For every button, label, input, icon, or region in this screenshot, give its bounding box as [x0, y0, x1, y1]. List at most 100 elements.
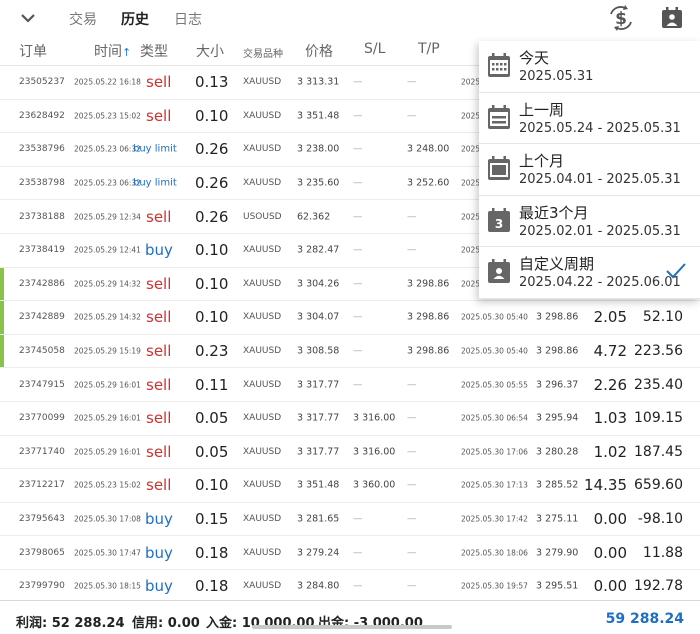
table-row[interactable]: 23795643 2025.05.30 17:08 buy 0.15 XAUUSD 3 2… [0, 502, 700, 537]
calendar-period-icon[interactable] [659, 5, 685, 31]
table-row[interactable]: 23798065 2025.05.30 17:47 buy 0.18 XAUUSD 3 2… [0, 536, 700, 570]
header-volume[interactable]: 大小 [196, 41, 224, 61]
header-sl[interactable]: S/L [364, 41, 385, 57]
period-option[interactable]: 3 最近3个月 2025.02.01 - 2025.05.31 [479, 196, 700, 248]
period-option[interactable]: 上个月 2025.04.01 - 2025.05.31 [479, 144, 700, 196]
stop-loss: — [353, 278, 363, 290]
chevron-down-icon[interactable] [18, 8, 38, 28]
row-marker [0, 267, 4, 301]
checkmark-icon [666, 263, 686, 279]
table-row[interactable]: 23799790 2025.05.30 18:15 buy 0.18 XAUUSD 3 2… [0, 570, 700, 604]
close-time: 2025.05.30 19:57 [461, 581, 528, 591]
close-time: 2025.05.30 05:55 [461, 380, 528, 390]
close-price: 3 295.94 [536, 412, 579, 424]
volume: 0.26 [195, 207, 229, 226]
symbol: XAUUSD [243, 278, 282, 289]
stop-loss: — [353, 211, 363, 223]
order-id: 23747915 [19, 379, 65, 390]
stop-loss: — [353, 379, 363, 391]
period-range: 2025.02.01 - 2025.05.31 [519, 223, 681, 239]
open-price: 3 282.47 [297, 244, 340, 256]
stop-loss: — [353, 76, 363, 88]
order-id: 23738419 [19, 245, 65, 256]
stop-loss: — [353, 580, 363, 592]
swap: 14.35 [584, 476, 627, 495]
table-row[interactable]: 23742889 2025.05.29 14:32 sell 0.10 XAUUSD 3 … [0, 301, 700, 335]
open-time: 2025.05.29 12:34 [74, 212, 141, 222]
header-price[interactable]: 价格 [305, 41, 333, 61]
header-order[interactable]: 订单 [19, 41, 47, 61]
open-price: 3 351.48 [297, 479, 340, 491]
credit-value: 0.00 [167, 616, 200, 631]
header-type[interactable]: 类型 [140, 41, 168, 61]
svg-text:$: $ [615, 9, 627, 29]
close-time: 2025 [461, 245, 481, 255]
table-row[interactable]: 23745058 2025.05.29 15:19 sell 0.23 XAUUSD 3 … [0, 334, 700, 369]
volume: 0.10 [195, 308, 229, 327]
swap: 0.00 [593, 543, 627, 562]
calendar-3-icon: 3 [488, 207, 510, 232]
symbol: XAUUSD [243, 346, 282, 357]
calendar-month-icon [488, 156, 510, 181]
row-marker [0, 334, 4, 368]
order-id: 23770099 [19, 413, 65, 424]
table-row[interactable]: 23747915 2025.05.29 16:01 sell 0.11 XAUUSD 3 … [0, 368, 700, 402]
profit: 187.45 [634, 443, 683, 460]
period-dropdown: 今天 2025.05.31 上一周 2025.05.24 - 2025.05.31 … [479, 41, 700, 299]
order-id: 23742886 [19, 278, 65, 289]
take-profit: 3 298.86 [407, 278, 450, 290]
open-time: 2025.05.29 12:41 [74, 245, 141, 255]
volume: 0.10 [195, 476, 229, 495]
order-id: 23538796 [19, 144, 65, 155]
home-indicator[interactable] [252, 625, 452, 629]
balance-total: 59 288.24 [605, 611, 684, 627]
tab-trade[interactable]: 交易 [69, 9, 97, 29]
order-type: sell [146, 106, 172, 125]
header-symbol[interactable]: 交易品种 [243, 45, 283, 60]
period-title: 最近3个月 [519, 203, 589, 222]
volume: 0.26 [195, 174, 229, 193]
open-price: 3 281.65 [297, 513, 340, 525]
open-time: 2025.05.22 16:18 [74, 77, 141, 87]
period-range: 2025.04.22 - 2025.06.01 [519, 275, 681, 291]
table-row[interactable]: 23770099 2025.05.29 16:01 sell 0.05 XAUUSD 3 … [0, 402, 700, 436]
header-time[interactable]: 时间↑ [94, 41, 131, 61]
profit-value: 52 288.24 [51, 616, 125, 631]
table-row[interactable]: 23771740 2025.05.29 16:01 sell 0.05 XAUUSD 3 … [0, 435, 700, 470]
period-option[interactable]: 今天 2025.05.31 [479, 41, 700, 93]
take-profit: 3 248.00 [407, 143, 450, 155]
period-range: 2025.05.24 - 2025.05.31 [519, 120, 681, 136]
tab-journal[interactable]: 日志 [174, 9, 202, 29]
take-profit: — [407, 379, 417, 391]
table-row[interactable]: 23712217 2025.05.23 15:02 sell 0.10 XAUUSD 3 … [0, 469, 700, 503]
profit: 192.78 [634, 578, 683, 595]
tab-history[interactable]: 历史 [121, 9, 149, 29]
open-time: 2025.05.23 15:02 [74, 111, 141, 121]
swap: 1.02 [593, 442, 627, 461]
open-price: 3 317.77 [297, 379, 340, 391]
header-tp[interactable]: T/P [418, 41, 440, 57]
stop-loss: — [353, 311, 363, 323]
volume: 0.13 [195, 73, 229, 92]
open-time: 2025.05.30 17:47 [74, 548, 141, 558]
take-profit: 3 298.86 [407, 345, 450, 357]
open-time: 2025.05.23 15:02 [74, 480, 141, 490]
take-profit: — [407, 211, 417, 223]
period-option[interactable]: 自定义周期 2025.04.22 - 2025.06.01 [479, 247, 700, 299]
period-range: 2025.04.01 - 2025.05.31 [519, 172, 681, 188]
take-profit: — [407, 412, 417, 424]
close-price: 3 296.37 [536, 379, 579, 391]
volume: 0.10 [195, 106, 229, 125]
open-price: 3 351.48 [297, 110, 340, 122]
volume: 0.10 [195, 241, 229, 260]
period-title: 上一周 [519, 100, 565, 119]
order-type: sell [146, 308, 172, 327]
swap: 1.03 [593, 409, 627, 428]
open-time: 2025.05.29 16:01 [74, 447, 141, 457]
order-id: 23798065 [19, 547, 65, 558]
currency-exchange-icon[interactable]: $ [608, 5, 634, 31]
period-option[interactable]: 上一周 2025.05.24 - 2025.05.31 [479, 93, 700, 145]
close-time: 2025.05.30 17:06 [461, 447, 528, 457]
symbol: USOUSD [243, 211, 282, 222]
volume: 0.05 [195, 409, 229, 428]
